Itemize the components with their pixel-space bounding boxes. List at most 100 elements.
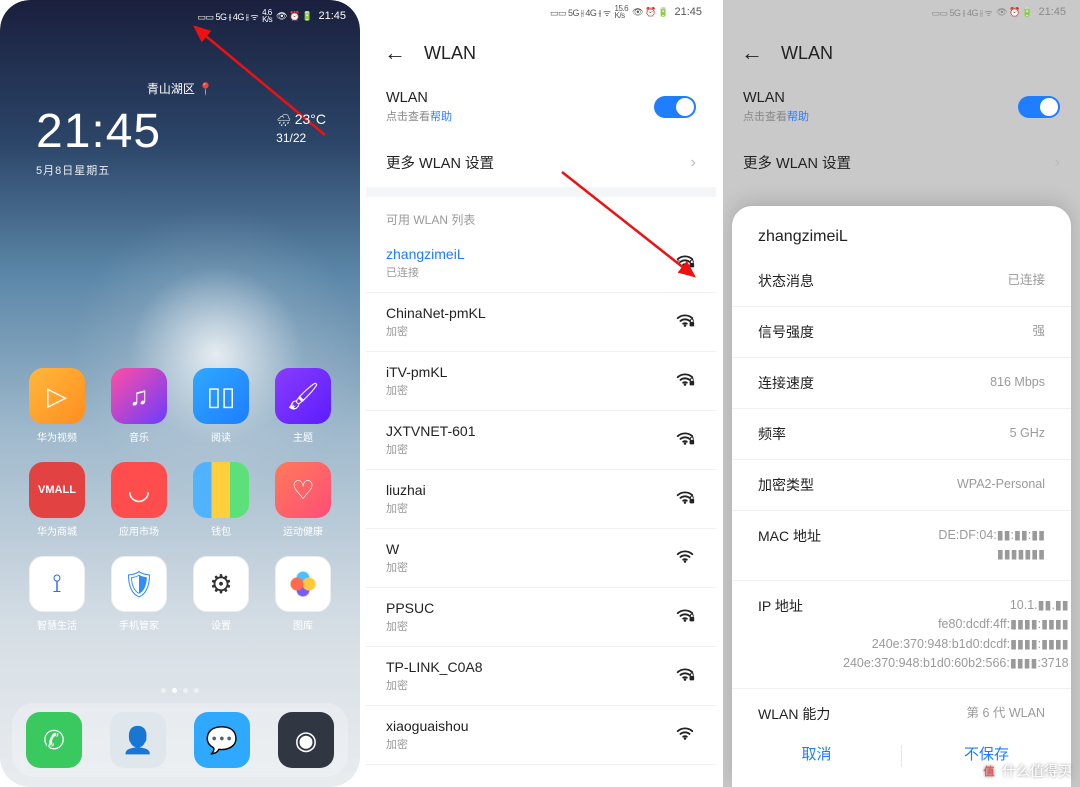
wlan-toggle	[1018, 96, 1060, 118]
app-label: 手机管家	[119, 617, 159, 632]
dock-contacts[interactable]: 👤	[110, 712, 166, 768]
weather-widget[interactable]: 🌧 23°C 31/22	[276, 110, 326, 146]
wifi-icon	[670, 665, 696, 688]
app-icon: ▷	[29, 368, 85, 424]
wlan-settings-screen: ▭▭ 5G ⫲ 4G ⫲ ᯤ 15.6 K/s 👁 ⏰ 🔋 21:45 ← WL…	[366, 0, 716, 787]
back-button[interactable]: ←	[741, 40, 763, 66]
app-label: 智慧生活	[37, 617, 77, 632]
networks-list-title: 可用 WLAN 列表	[366, 197, 716, 234]
network-row[interactable]: liuzhai 加密	[366, 470, 716, 529]
network-ssid: TP-LINK_C0A8	[386, 659, 670, 675]
detail-value: 816 Mbps	[843, 373, 1045, 392]
location-widget[interactable]: 青山湖区 📍	[0, 80, 360, 97]
app-华为商城[interactable]: VMALL 华为商城	[20, 462, 94, 538]
app-label: 钱包	[211, 523, 231, 538]
app-设置[interactable]: ⚙设置	[184, 556, 258, 632]
app-华为视频[interactable]: ▷ 华为视频	[20, 368, 94, 444]
watermark: 值 什么值得买	[980, 761, 1072, 781]
app-钱包[interactable]: 钱包	[184, 462, 258, 538]
app-label: 华为视频	[37, 429, 77, 444]
network-sub: 加密	[386, 441, 670, 457]
app-icon: ♡	[275, 462, 331, 518]
app-icon: 🖌	[275, 368, 331, 424]
network-row[interactable]: zhangzimeiL已连接6	[366, 234, 716, 293]
dock-phone[interactable]: ✆	[26, 712, 82, 768]
status-time: 21:45	[318, 10, 346, 22]
detail-key: MAC 地址	[758, 526, 843, 546]
network-row[interactable]: xiaoguaishou 加密	[366, 706, 716, 765]
back-button[interactable]: ←	[384, 40, 406, 66]
dock-camera[interactable]: ◉	[278, 712, 334, 768]
app-阅读[interactable]: ▯▯阅读	[184, 368, 258, 444]
app-icon: ⟟	[29, 556, 85, 612]
detail-value: WPA2-Personal	[843, 475, 1045, 494]
status-icons: 👁 ⏰ 🔋	[276, 11, 312, 22]
clock-time: 21:45	[36, 108, 161, 156]
detail-key: IP 地址	[758, 596, 843, 616]
detail-row: 加密类型WPA2-Personal	[732, 460, 1071, 511]
detail-row: 连接速度816 Mbps	[732, 358, 1071, 409]
wlan-toggle-row: WLAN 点击查看帮助	[723, 76, 1080, 138]
net-speed: 4.6 K/s	[262, 9, 272, 23]
detail-row: 信号强度强	[732, 307, 1071, 358]
network-sub: 加密	[386, 618, 670, 634]
more-wlan-settings-row[interactable]: 更多 WLAN 设置 ›	[366, 138, 716, 187]
network-row[interactable]: JXTVNET-601加密	[366, 411, 716, 470]
network-sub: 加密	[386, 559, 670, 575]
weather-icon: 🌧	[276, 113, 291, 127]
app-图库[interactable]: 图库	[266, 556, 340, 632]
wifi-icon	[670, 606, 696, 629]
wifi-icon	[670, 547, 696, 570]
page-indicator[interactable]	[0, 688, 360, 693]
app-label: 设置	[211, 617, 231, 632]
detail-value: 已连接	[843, 271, 1045, 290]
network-sub: 加密	[386, 382, 670, 398]
network-row[interactable]: W加密	[366, 529, 716, 588]
app-音乐[interactable]: ♫音乐	[102, 368, 176, 444]
detail-row: 状态消息已连接	[732, 256, 1071, 307]
wifi-icon	[670, 429, 696, 452]
detail-value: DE:DF:04:▮▮:▮▮:▮▮ ▮▮▮▮▮▮▮	[843, 526, 1045, 565]
network-row[interactable]: iTV-pmKL加密	[366, 352, 716, 411]
app-icon: ◡	[111, 462, 167, 518]
app-应用市场[interactable]: ◡ 应用市场	[102, 462, 176, 538]
network-row[interactable]: TP-LINK_C0A8加密	[366, 647, 716, 706]
status-bar: ▭▭ 5G ⫲ 4G ⫲ ᯤ 4.6 K/s 👁 ⏰ 🔋 21:45	[183, 4, 360, 28]
dock-messages[interactable]: 💬	[194, 712, 250, 768]
app-手机管家[interactable]: 🛡手机管家	[102, 556, 176, 632]
wifi-icon	[670, 724, 696, 747]
detail-row: IP 地址10.1.▮▮.▮▮ fe80:dcdf:4ff:▮▮▮▮:▮▮▮▮ …	[732, 581, 1071, 690]
app-label: 华为商城	[37, 523, 77, 538]
cancel-button[interactable]: 取消	[732, 743, 901, 767]
clock-widget[interactable]: 21:45 5月8日星期五	[36, 108, 161, 178]
status-bar: ▭▭ 5G ⫲ 4G ⫲ ᯤ 👁 ⏰ 🔋 21:45	[723, 0, 1080, 24]
network-sub: 加密	[386, 736, 670, 752]
app-icon	[193, 462, 249, 518]
watermark-icon: 值	[980, 762, 998, 780]
network-ssid: liuzhai	[386, 482, 670, 498]
detail-value: 10.1.▮▮.▮▮ fe80:dcdf:4ff:▮▮▮▮:▮▮▮▮ 240e:…	[843, 596, 1069, 674]
wlan-toggle[interactable]	[654, 96, 696, 118]
dock: ✆ 👤 💬 ◉	[12, 703, 348, 777]
network-ssid: xiaoguaishou	[386, 718, 670, 734]
page-title: WLAN	[424, 43, 476, 64]
app-label: 阅读	[211, 429, 231, 444]
network-row[interactable]: PPSUC加密	[366, 588, 716, 647]
page-header: ← WLAN	[366, 24, 716, 76]
help-link[interactable]: 帮助	[430, 111, 452, 123]
svg-text:6: 6	[677, 259, 681, 266]
app-主题[interactable]: 🖌主题	[266, 368, 340, 444]
wifi-icon: 6	[670, 252, 696, 275]
detail-value: 强	[843, 322, 1045, 341]
wlan-detail-screen: ▭▭ 5G ⫲ 4G ⫲ ᯤ 👁 ⏰ 🔋 21:45 ← WLAN WLAN 点…	[723, 0, 1080, 787]
app-icon: VMALL	[29, 462, 85, 518]
network-row[interactable]: ChinaNet-pmKL加密	[366, 293, 716, 352]
status-bar: ▭▭ 5G ⫲ 4G ⫲ ᯤ 15.6 K/s 👁 ⏰ 🔋 21:45	[366, 0, 716, 24]
app-运动健康[interactable]: ♡ 运动健康	[266, 462, 340, 538]
wlan-toggle-row[interactable]: WLAN 点击查看帮助	[366, 76, 716, 138]
app-label: 应用市场	[119, 523, 159, 538]
network-sub: 加密	[386, 500, 670, 516]
detail-key: 连接速度	[758, 373, 843, 393]
app-label: 运动健康	[283, 523, 323, 538]
app-智慧生活[interactable]: ⟟ 智慧生活	[20, 556, 94, 632]
